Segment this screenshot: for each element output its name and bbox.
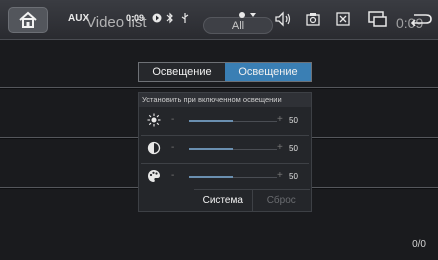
- brightness-value: 50: [289, 116, 298, 125]
- tab-lighting-on[interactable]: Освещение: [225, 63, 311, 81]
- contrast-increase-button[interactable]: +: [277, 142, 283, 153]
- contrast-slider-fill: [189, 148, 233, 150]
- lighting-dialog: Освещение Освещение Установить при включ…: [138, 62, 312, 212]
- row-divider: [141, 163, 309, 164]
- brightness-decrease-button[interactable]: -: [171, 114, 174, 125]
- brightness-slider-fill: [189, 120, 233, 122]
- saturation-decrease-button[interactable]: -: [171, 170, 174, 181]
- reset-button[interactable]: Сброс: [252, 190, 310, 211]
- home-button[interactable]: [8, 7, 48, 33]
- brightness-increase-button[interactable]: +: [277, 114, 283, 125]
- sun-icon: [147, 113, 161, 127]
- home-icon: [19, 11, 37, 28]
- close-window-icon[interactable]: [336, 12, 350, 26]
- palette-icon: [147, 169, 161, 183]
- saturation-increase-button[interactable]: +: [277, 170, 283, 181]
- panel-header: Установить при включенном освещении: [139, 93, 311, 107]
- status-bar: AUX Video list 0:09 All 0:09: [0, 0, 438, 40]
- contrast-icon: [147, 141, 161, 155]
- volume-icon[interactable]: [274, 11, 292, 27]
- bluetooth-icon: [166, 12, 174, 24]
- screenshot-icon[interactable]: [306, 12, 320, 26]
- saturation-slider[interactable]: [189, 176, 277, 178]
- play-icon: [152, 12, 162, 24]
- contrast-row: - + 50: [139, 137, 311, 161]
- brightness-slider[interactable]: [189, 120, 277, 122]
- tab-lighting-off[interactable]: Освещение: [139, 63, 225, 81]
- multiwindow-icon[interactable]: [368, 11, 388, 27]
- saturation-value: 50: [289, 172, 298, 181]
- contrast-decrease-button[interactable]: -: [171, 142, 174, 153]
- lighting-tabs: Освещение Освещение: [138, 62, 312, 82]
- settings-panel: Установить при включенном освещении - + …: [138, 92, 312, 212]
- row-divider: [141, 135, 309, 136]
- system-button[interactable]: Система: [194, 190, 253, 211]
- saturation-row: - + 50: [139, 165, 311, 189]
- contrast-value: 50: [289, 144, 298, 153]
- dialog-buttons: Система Сброс: [194, 189, 310, 211]
- clock-small: 0:09: [126, 13, 145, 23]
- brightness-row: - + 50: [139, 109, 311, 133]
- saturation-slider-fill: [189, 176, 233, 178]
- contrast-slider[interactable]: [189, 148, 277, 150]
- equalizer-icon[interactable]: [238, 10, 258, 22]
- back-icon[interactable]: [410, 12, 434, 26]
- usb-icon: [180, 12, 190, 24]
- page-count: 0/0: [412, 239, 426, 250]
